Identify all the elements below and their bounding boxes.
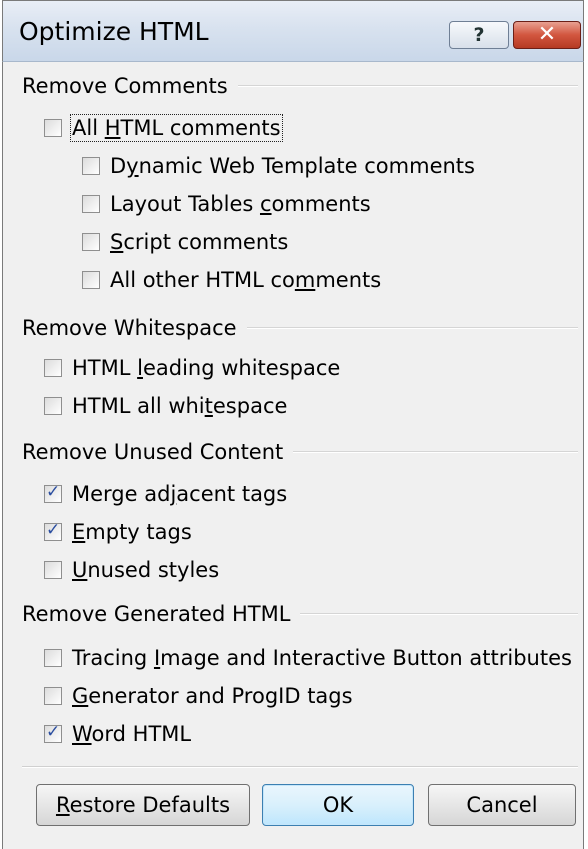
checkbox[interactable] [44, 482, 62, 503]
close-icon: ✕ [537, 22, 557, 47]
option-label: HTML leading whitespace [72, 356, 341, 380]
checkbox[interactable] [44, 520, 62, 541]
option-empty-tags[interactable]: Empty tags [44, 520, 192, 544]
option-dynamic-web-template-comments[interactable]: Dynamic Web Template comments [82, 154, 475, 178]
checkbox[interactable] [44, 687, 62, 705]
checkbox[interactable] [82, 271, 100, 289]
option-label: Dynamic Web Template comments [110, 154, 475, 178]
option-all-other-html-comments[interactable]: All other HTML comments [82, 268, 381, 292]
section-title: Remove Unused Content [22, 440, 284, 464]
help-button[interactable]: ? [449, 21, 509, 49]
option-html-all-whitespace[interactable]: HTML all whitespace [44, 394, 287, 418]
checkbox[interactable] [44, 649, 62, 667]
section-title: Remove Comments [22, 74, 228, 98]
option-merge-adjacent-tags[interactable]: Merge adjacent tags [44, 482, 287, 506]
section-divider [300, 613, 578, 615]
section-remove-generated-html: Remove Generated HTML [22, 602, 578, 626]
cancel-button[interactable]: Cancel [428, 784, 576, 826]
option-label: Unused styles [72, 558, 220, 582]
option-label: Layout Tables comments [110, 192, 371, 216]
option-all-html-comments[interactable]: All HTML comments [44, 114, 283, 142]
section-divider [237, 85, 578, 87]
option-label: All HTML comments [70, 114, 283, 142]
option-layout-tables-comments[interactable]: Layout Tables comments [82, 192, 371, 216]
checkbox[interactable] [44, 722, 62, 743]
option-label: HTML all whitespace [72, 394, 288, 418]
section-remove-comments: Remove Comments [22, 74, 578, 98]
checkbox[interactable] [82, 157, 100, 175]
section-remove-whitespace: Remove Whitespace [22, 316, 578, 340]
option-tracing-image-attributes[interactable]: Tracing Image and Interactive Button att… [44, 646, 572, 670]
optimize-html-dialog: Optimize HTML ? ✕ Remove Comments All HT… [0, 0, 588, 849]
section-divider [246, 327, 578, 329]
option-unused-styles[interactable]: Unused styles [44, 558, 219, 582]
dialog-title: Optimize HTML [19, 17, 209, 46]
option-script-comments[interactable]: Script comments [82, 230, 288, 254]
help-icon: ? [473, 24, 485, 46]
title-bar: Optimize HTML ? ✕ [2, 0, 584, 62]
close-button[interactable]: ✕ [513, 21, 581, 49]
option-label: Empty tags [72, 520, 192, 544]
option-html-leading-whitespace[interactable]: HTML leading whitespace [44, 356, 340, 380]
option-label: Generator and ProgID tags [72, 684, 353, 708]
checkbox[interactable] [82, 195, 100, 213]
restore-defaults-button[interactable]: Restore Defaults [36, 784, 250, 826]
checkbox[interactable] [44, 397, 62, 415]
checkbox[interactable] [44, 359, 62, 377]
option-label: Script comments [110, 230, 289, 254]
section-title: Remove Generated HTML [22, 602, 291, 626]
option-label: Word HTML [72, 722, 192, 746]
option-label: All other HTML comments [110, 268, 382, 292]
ok-button[interactable]: OK [262, 784, 414, 826]
option-word-html[interactable]: Word HTML [44, 722, 191, 746]
checkbox[interactable] [82, 233, 100, 251]
checkbox[interactable] [44, 561, 62, 579]
option-label: Merge adjacent tags [72, 482, 288, 506]
section-divider [293, 451, 578, 453]
section-remove-unused-content: Remove Unused Content [22, 440, 578, 464]
option-generator-progid-tags[interactable]: Generator and ProgID tags [44, 684, 353, 708]
section-title: Remove Whitespace [22, 316, 237, 340]
footer-divider [22, 766, 578, 768]
checkbox[interactable] [44, 119, 62, 137]
option-label: Tracing Image and Interactive Button att… [72, 646, 572, 670]
